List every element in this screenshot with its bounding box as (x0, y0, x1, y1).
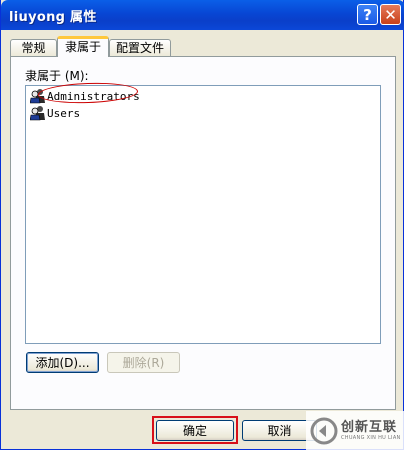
close-button[interactable]: ✕ (380, 4, 401, 25)
tab-member-of[interactable]: 隶属于 (57, 36, 109, 57)
watermark-main: 创新互联 (341, 419, 398, 435)
tab-general[interactable]: 常规 (10, 39, 57, 56)
add-button[interactable]: 添加(D)... (26, 352, 99, 373)
help-icon: ? (363, 5, 372, 24)
watermark-text: 创新互联 CHUANG XIN HU LIAN (341, 420, 401, 442)
tab-profile[interactable]: 配置文件 (109, 39, 171, 56)
member-of-label: 隶属于 (M): (25, 69, 89, 83)
list-item-users[interactable]: Users (29, 105, 81, 121)
title-bar[interactable]: liuyong 属性 ? ✕ (1, 0, 404, 30)
window-title: liuyong 属性 (9, 10, 97, 25)
group-icon (29, 88, 46, 104)
group-listbox[interactable]: Administrators Users (25, 85, 381, 344)
group-icon (29, 105, 46, 121)
watermark-sub: CHUANG XIN HU LIAN (341, 434, 401, 441)
close-icon: ✕ (384, 5, 397, 24)
group-name: Administrators (47, 89, 140, 103)
list-item-administrators[interactable]: Administrators (29, 88, 140, 104)
properties-dialog: liuyong 属性 ? ✕ 常规 隶属于 配置文件 隶属于 (M): Admi… (0, 0, 404, 450)
logo-icon (310, 417, 338, 445)
group-name: Users (47, 106, 81, 120)
annotation-box (152, 416, 238, 444)
help-button[interactable]: ? (357, 4, 378, 25)
remove-button: 删除(R) (107, 352, 180, 373)
watermark: 创新互联 CHUANG XIN HU LIAN (306, 411, 404, 450)
